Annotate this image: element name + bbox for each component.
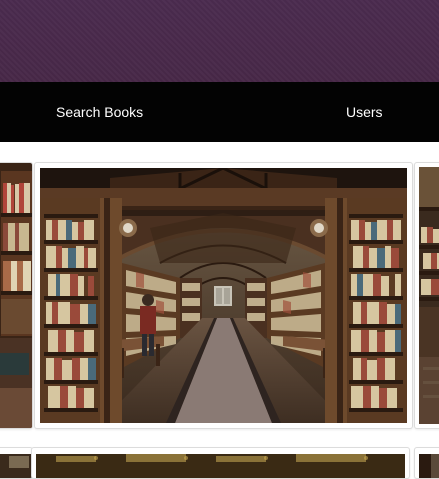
library-image — [0, 163, 32, 428]
nav-link-users[interactable]: Users — [346, 82, 383, 142]
library-hall-image — [40, 168, 407, 423]
gallery-card[interactable] — [34, 162, 413, 429]
library-image — [419, 167, 439, 424]
nav-link-search-books[interactable]: Search Books — [56, 82, 143, 142]
gallery-card[interactable] — [414, 447, 439, 479]
header-banner — [0, 0, 439, 82]
left-bookshelf — [44, 214, 98, 412]
gallery-card[interactable] — [414, 162, 439, 429]
library-image — [36, 454, 405, 478]
gallery-card[interactable] — [0, 447, 33, 479]
library-image — [0, 454, 32, 478]
gallery-card[interactable] — [0, 162, 33, 429]
navbar: Search Books Users — [0, 82, 439, 142]
library-image — [419, 454, 439, 478]
gallery-card[interactable] — [31, 447, 410, 479]
right-bookshelf — [349, 214, 403, 412]
